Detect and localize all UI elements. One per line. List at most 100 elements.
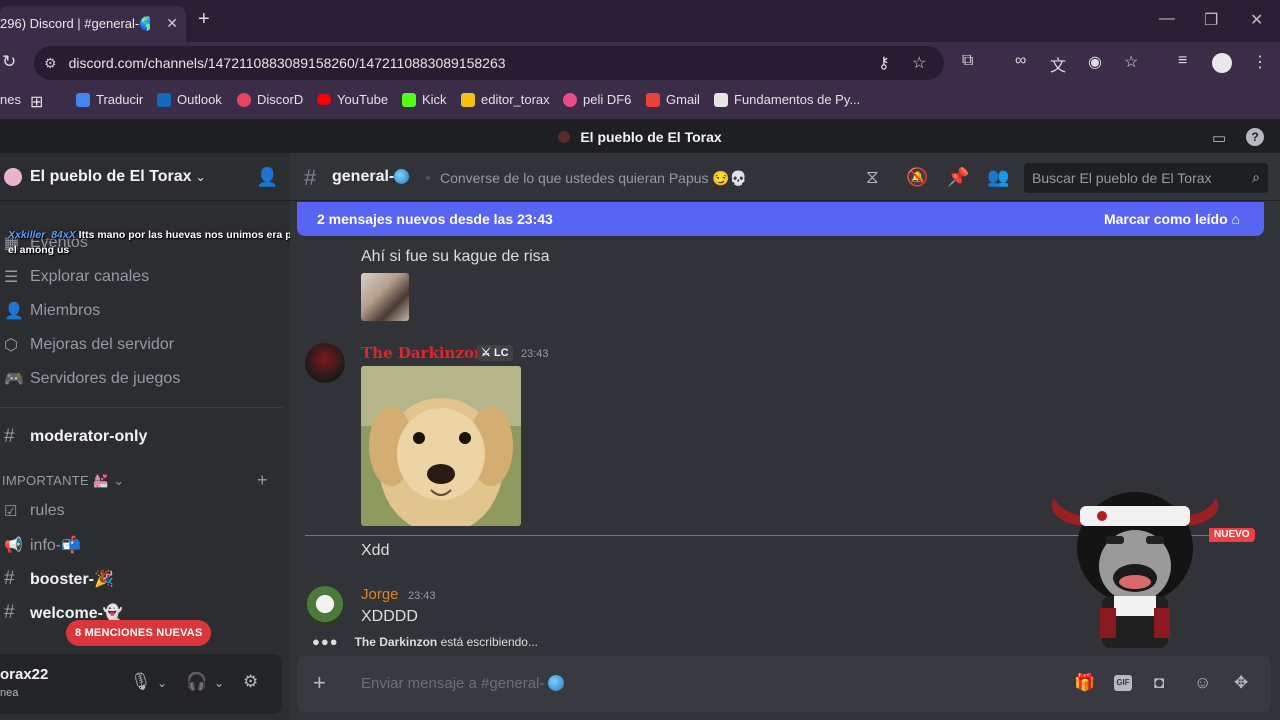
browser-tab-strip: 296) Discord | #general-🌎 | E ✕ + — ❐ ✕ <box>0 0 1280 42</box>
nav-explorar-canales[interactable]: ☰ Explorar canales <box>0 262 149 292</box>
darkinzon-avatar[interactable] <box>305 343 345 383</box>
password-key-icon[interactable]: ⚷ <box>878 53 890 73</box>
bookmark-kick[interactable]: Kick <box>402 92 447 107</box>
hash-icon: # <box>4 568 15 589</box>
jorge-avatar[interactable] <box>305 586 345 626</box>
sticker-icon[interactable]: ◘ <box>1154 673 1164 693</box>
apps-icon[interactable]: ✥ <box>1234 673 1248 693</box>
site-info-icon[interactable]: ⚙ <box>44 55 57 72</box>
bookmark-youtube[interactable]: YouTube <box>317 92 388 107</box>
headphones-icon[interactable]: 🎧 <box>186 672 207 692</box>
search-input[interactable]: Buscar El pueblo de El Torax ⌕ <box>1024 163 1268 193</box>
new-mentions-pill[interactable]: 8 MENCIONES NUEVAS <box>66 620 212 646</box>
channel-info[interactable]: 📢 info-📬 <box>0 530 81 560</box>
message-composer[interactable]: + Enviar mensaje a #general- 🎁 GIF ◘ ☺ ✥ <box>297 656 1271 712</box>
extensions-icon[interactable]: ⧉ <box>962 52 973 70</box>
new-tab-button[interactable]: + <box>198 8 210 31</box>
reaction-image[interactable] <box>361 273 409 321</box>
tab-title: 296) Discord | #general-🌎 | E <box>0 16 150 31</box>
settings-gear-icon[interactable]: ⚙ <box>243 672 258 692</box>
category-importante[interactable]: IMPORTANTE 💒 ⌄ <box>2 473 125 489</box>
reload-icon[interactable]: ↻ <box>2 52 16 72</box>
link-icon[interactable]: ∞ <box>1015 52 1026 70</box>
close-tab-icon[interactable]: ✕ <box>166 15 178 32</box>
gift-icon[interactable]: 🎁 <box>1074 673 1095 693</box>
translate-favicon-icon <box>76 92 90 107</box>
server-header[interactable]: El pueblo de El Torax ⌄ 👤 <box>0 153 290 201</box>
hash-icon: # <box>4 602 15 623</box>
new-messages-banner[interactable]: 2 mensajes nuevos desde las 23:43 Marcar… <box>297 202 1264 236</box>
minimize-icon[interactable]: — <box>1159 10 1175 28</box>
gif-button[interactable]: GIF <box>1114 675 1132 691</box>
media-icon[interactable]: ≡ <box>1178 52 1187 70</box>
gamepad-icon: 🎮 <box>4 371 24 388</box>
username[interactable]: orax22 <box>0 666 48 683</box>
bookmark-star-icon[interactable]: ☆ <box>912 53 926 73</box>
inbox-icon[interactable]: ▭ <box>1212 129 1226 147</box>
editor-favicon-icon <box>461 92 475 107</box>
youtube-favicon-icon <box>317 94 331 105</box>
translate-icon[interactable]: 文 <box>1050 52 1066 76</box>
gmail-favicon-icon <box>646 92 660 107</box>
boost-icon: ⬡ <box>4 337 18 354</box>
nav-miembros[interactable]: 👤 Miembros <box>0 296 100 326</box>
microphone-icon[interactable]: 🎙 <box>130 672 152 692</box>
channel-moderator-only[interactable]: # moderator-only <box>0 422 147 452</box>
bookmark-discord[interactable]: DiscorD <box>237 92 303 107</box>
puppy-image[interactable] <box>361 366 521 526</box>
bookmark-gmail[interactable]: Gmail <box>646 92 700 107</box>
create-channel-icon[interactable]: + <box>257 470 268 491</box>
favorites-icon[interactable]: ☆ <box>1124 52 1138 72</box>
bookmark-outlook[interactable]: Outlook <box>157 92 222 107</box>
menu-dots-icon[interactable]: ⋮ <box>1252 52 1268 72</box>
outlook-favicon-icon <box>157 92 171 107</box>
app-title: El pueblo de El Torax <box>580 129 722 145</box>
mark-as-read-button[interactable]: Marcar como leído ⌂ <box>1104 211 1240 227</box>
bookmark-fundamentos[interactable]: Fundamentos de Py... <box>714 92 860 107</box>
message-text: Xdd <box>361 542 390 559</box>
server-icon <box>558 131 571 143</box>
member-list-icon[interactable]: 👥 <box>987 167 1009 188</box>
streamer-mascot <box>1051 492 1219 648</box>
stream-chat-overlay: Xxkiller_84xX Itts mano por las huevas n… <box>8 228 303 258</box>
bookmark-partial[interactable]: nes <box>0 92 21 107</box>
channel-booster[interactable]: # booster-🎉 <box>0 564 114 594</box>
app-title-bar: El pueblo de El Torax <box>0 121 1280 153</box>
mic-options-chevron-icon[interactable]: ⌄ <box>157 676 167 690</box>
new-messages-text: 2 mensajes nuevos desde las 23:43 <box>317 211 553 227</box>
help-icon[interactable]: ? <box>1246 128 1264 146</box>
channel-rules[interactable]: ☑ rules <box>0 496 65 526</box>
screenshot-icon[interactable]: ◉ <box>1088 52 1102 72</box>
restore-icon[interactable]: ❐ <box>1204 10 1218 30</box>
emoji-icon[interactable]: ☺ <box>1194 673 1211 693</box>
author-darkinzon[interactable]: The Darkinzon <box>361 344 485 362</box>
invite-people-icon[interactable]: 👤 <box>256 167 278 188</box>
puppy-drawing <box>361 366 521 526</box>
apps-grid-icon[interactable]: ⊞ <box>30 92 43 112</box>
composer-placeholder: Enviar mensaje a #general- <box>361 675 545 692</box>
peli-favicon-icon <box>563 92 577 107</box>
profile-avatar[interactable] <box>1212 53 1232 73</box>
browse-channels-icon: ☰ <box>4 269 19 286</box>
nav-mejoras[interactable]: ⬡ Mejoras del servidor <box>0 330 174 360</box>
threads-icon[interactable]: ⧖ <box>866 167 879 188</box>
bookmark-traducir[interactable]: Traducir <box>76 92 143 107</box>
bookmark-editor-torax[interactable]: editor_torax <box>461 92 550 107</box>
role-tag: ⚔ LC <box>477 345 513 361</box>
typing-dots-icon: ●●● <box>312 634 339 649</box>
close-window-icon[interactable]: ✕ <box>1250 10 1263 30</box>
bookmark-peli-df6[interactable]: peli DF6 <box>563 92 631 107</box>
audio-options-chevron-icon[interactable]: ⌄ <box>214 676 224 690</box>
hash-icon: # <box>304 165 317 190</box>
mute-notifications-icon[interactable]: 🔕 <box>906 167 928 188</box>
address-bar[interactable]: ⚙ discord.com/channels/14721108830891582… <box>34 46 944 80</box>
channel-topic[interactable]: Converse de lo que ustedes quieran Papus… <box>440 170 747 187</box>
nav-servidores-juegos[interactable]: 🎮 Servidores de juegos <box>0 364 180 394</box>
browser-tab[interactable]: 296) Discord | #general-🌎 | E ✕ <box>0 6 186 42</box>
add-attachment-button[interactable]: + <box>313 670 326 696</box>
message-timestamp: 23:43 <box>521 348 549 360</box>
members-icon: 👤 <box>4 303 24 320</box>
pinned-messages-icon[interactable]: 📌 <box>947 167 969 188</box>
overlay-username: Xxkiller_84xX <box>8 229 76 241</box>
author-jorge[interactable]: Jorge <box>361 586 399 603</box>
